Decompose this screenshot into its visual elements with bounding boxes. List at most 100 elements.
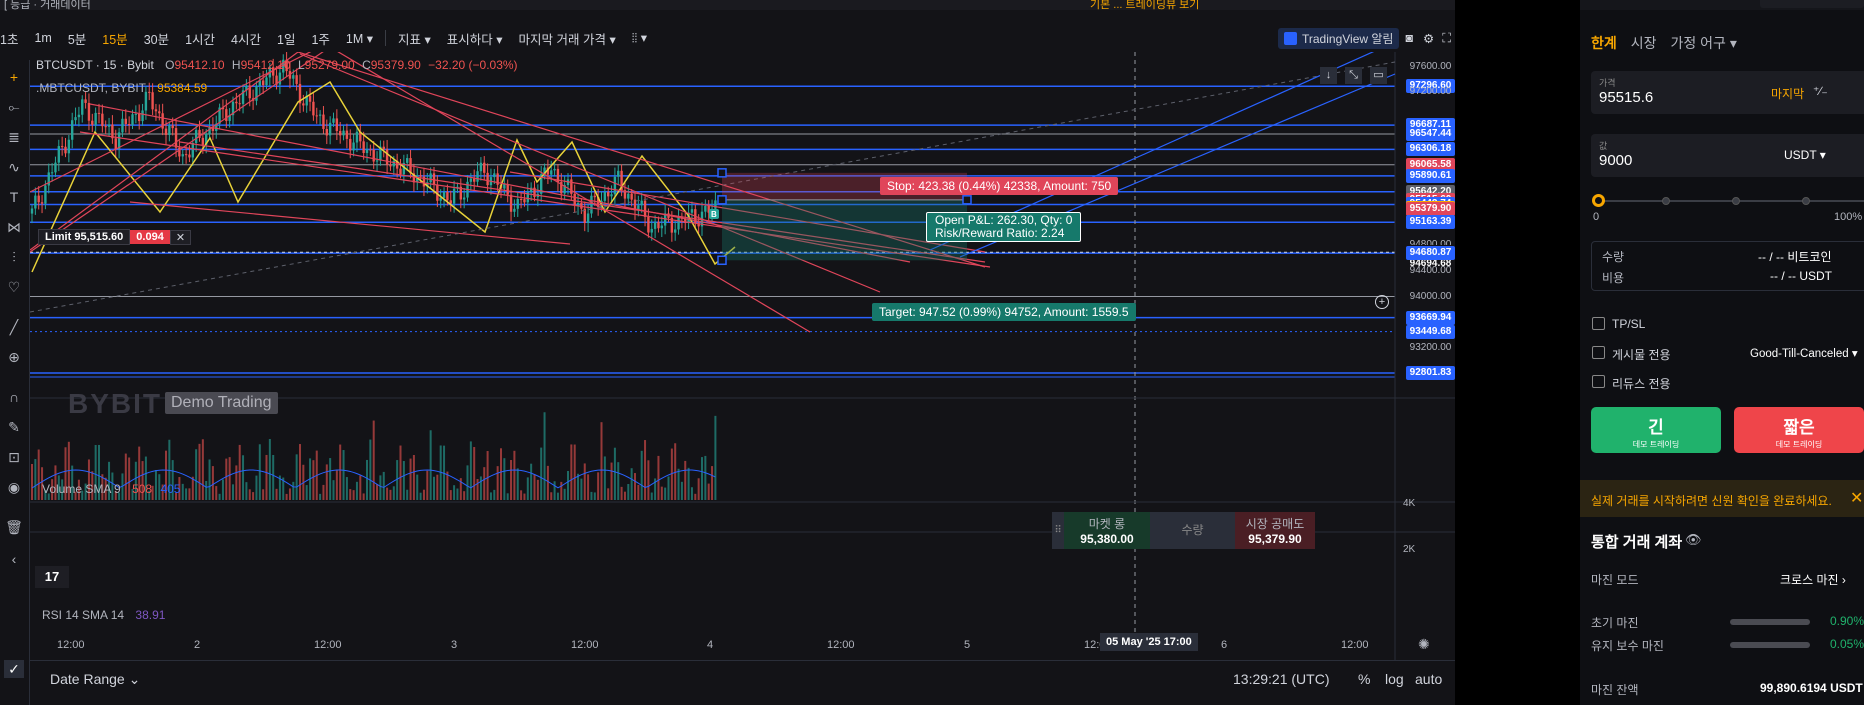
drag-handle-icon[interactable]: ⠿ xyxy=(1052,512,1064,549)
close-icon[interactable]: ✕ xyxy=(169,229,192,245)
post-only-checkbox[interactable] xyxy=(1592,346,1605,359)
target-label[interactable]: Target: 947.52 (0.99%) 94752, Amount: 15… xyxy=(872,303,1136,321)
maximize-pane-icon[interactable]: ▭ xyxy=(1370,67,1387,84)
limit-order-line[interactable]: Limit 95,515.60 0.094 ✕ xyxy=(38,229,192,245)
tradingview-alert-button[interactable]: TradingView 알림 xyxy=(1278,27,1400,49)
crosshair-icon[interactable]: + xyxy=(4,68,24,86)
fib-icon[interactable]: ≣ xyxy=(4,128,24,146)
tpsl-checkbox[interactable] xyxy=(1592,317,1605,330)
short-button[interactable]: 짧은 데모 트레이딩 xyxy=(1734,407,1864,453)
volume-bar xyxy=(466,465,469,500)
tf-1h[interactable]: 1시간 xyxy=(177,29,223,48)
initial-margin-value: 0.90% xyxy=(1830,614,1864,628)
market-long-button[interactable]: 마켓 롱 95,380.00 xyxy=(1064,512,1150,549)
percent-toggle[interactable]: % xyxy=(1358,671,1370,687)
zoom-icon[interactable]: ⊕ xyxy=(4,348,24,366)
volume-bar xyxy=(402,461,405,500)
tf-1w[interactable]: 1주 xyxy=(303,29,337,48)
candle-body xyxy=(349,138,352,151)
time-in-force-select[interactable]: Good-Till-Canceled ▾ xyxy=(1750,346,1858,360)
slider-tick[interactable] xyxy=(1802,197,1810,205)
eye-icon[interactable]: ◉ xyxy=(4,478,24,496)
tf-5m[interactable]: 5분 xyxy=(60,29,94,48)
utc-clock[interactable]: 13:29:21 (UTC) xyxy=(1233,671,1329,687)
market-short-button[interactable]: 시장 공매도 95,379.90 xyxy=(1235,512,1315,549)
verification-warning[interactable]: 실제 거래를 시작하려면 신원 확인을 완료하세요. ✕ xyxy=(1580,480,1864,517)
volume-bar xyxy=(275,488,278,500)
camera-icon[interactable]: ◙ xyxy=(1399,31,1419,45)
slider-knob[interactable] xyxy=(1592,194,1605,207)
ruler-icon[interactable]: ╱ xyxy=(4,318,24,336)
volume-value-1: 508 xyxy=(132,482,153,496)
verification-warning-text: 실제 거래를 시작하려면 신원 확인을 완료하세요. xyxy=(1591,494,1832,508)
eye-icon[interactable]: 👁 xyxy=(1685,532,1702,548)
qty-slider[interactable] xyxy=(1592,194,1864,207)
limit-order-label[interactable]: Limit 95,515.60 xyxy=(38,229,131,245)
checkmark-icon[interactable]: ✓ xyxy=(4,660,24,678)
tf-1mo[interactable]: 1M ▾ xyxy=(338,31,381,46)
tf-30m[interactable]: 30분 xyxy=(136,29,177,48)
horizontal-line-icon[interactable]: ⟜ xyxy=(4,98,24,116)
tf-1d[interactable]: 1일 xyxy=(269,29,303,48)
trend-icon[interactable]: ∿ xyxy=(4,158,24,176)
tf-1m[interactable]: 1m xyxy=(26,31,59,45)
qty-field[interactable]: 값 9000 USDT ▾ xyxy=(1591,134,1864,177)
log-toggle[interactable]: log xyxy=(1385,671,1404,687)
stop-label[interactable]: Stop: 423.38 (0.44%) 42338, Amount: 750 xyxy=(880,177,1119,195)
collapse-icon[interactable]: ‹ xyxy=(4,550,24,568)
lock-icon[interactable]: ⊡ xyxy=(4,448,24,466)
tf-1s[interactable]: 1초 xyxy=(0,29,26,48)
tab-limit[interactable]: 한계 xyxy=(1591,33,1617,53)
volume-bar xyxy=(359,475,362,500)
forecast-icon[interactable]: ⫶ xyxy=(4,248,24,266)
slider-tick[interactable] xyxy=(1732,197,1740,205)
tab-market[interactable]: 시장 xyxy=(1631,33,1657,53)
tab-conditional[interactable]: 가정 어구 ▾ xyxy=(1671,33,1737,53)
collapse-pane-icon[interactable]: ⤡ xyxy=(1345,67,1362,84)
tf-15m[interactable]: 15분 xyxy=(94,29,135,48)
slider-tick[interactable] xyxy=(1662,197,1670,205)
candle-body xyxy=(188,154,191,158)
pnl-label[interactable]: Open P&L: 262.30, Qty: 0 Risk/Reward Rat… xyxy=(926,212,1082,242)
margin-mode-value[interactable]: 크로스 마진 › xyxy=(1780,571,1846,588)
fullscreen-icon[interactable]: ⛶ xyxy=(1438,31,1455,46)
pattern-icon[interactable]: ⋈ xyxy=(4,218,24,236)
text-icon[interactable]: T xyxy=(4,188,24,206)
price-field[interactable]: 가격 95515.6 마지막 ⁺∕₋ xyxy=(1591,71,1864,114)
auto-toggle[interactable]: auto xyxy=(1415,671,1442,687)
tf-4h[interactable]: 4시간 xyxy=(223,29,269,48)
indicators-button[interactable]: 지표 ▾ xyxy=(390,29,439,48)
quick-qty-input[interactable]: 수량 xyxy=(1150,512,1235,549)
top-strip-right[interactable]: 기본 ... 트레이딩뷰 보기 xyxy=(1090,0,1199,12)
volume-bar xyxy=(319,493,322,500)
trash-icon[interactable]: 🗑 xyxy=(4,518,24,536)
candle-body xyxy=(473,178,476,182)
volume-bar xyxy=(285,493,288,500)
limit-order-qty[interactable]: 0.094 xyxy=(130,230,170,244)
candle-body xyxy=(158,111,161,114)
pnl-line-2: Risk/Reward Ratio: 2.24 xyxy=(935,226,1065,240)
heart-icon[interactable]: ♡ xyxy=(4,278,24,296)
last-price-button[interactable]: 마지막 거래 가격 ▾ xyxy=(511,29,624,48)
close-icon[interactable]: ✕ xyxy=(1850,488,1863,508)
long-button[interactable]: 긴 데모 트레이딩 xyxy=(1591,407,1721,453)
price-axis[interactable]: 97600.00 97296.60 97200.00 96687.11 96547.44… xyxy=(1395,52,1455,472)
price-chart-canvas[interactable]: B xyxy=(30,52,1455,660)
lock-drawing-icon[interactable]: ✎ xyxy=(4,418,24,436)
qty-unit-select[interactable]: USDT ▾ xyxy=(1784,148,1826,162)
plus-minus-icon[interactable]: ⁺∕₋ xyxy=(1813,84,1828,98)
settings-icon[interactable]: ⚙ xyxy=(1419,31,1438,46)
reduce-only-checkbox[interactable] xyxy=(1592,375,1605,388)
date-range-button[interactable]: Date Range ⌄ xyxy=(50,671,140,688)
add-alert-icon[interactable]: + xyxy=(1375,295,1389,309)
order-panel-top-button[interactable] xyxy=(1760,0,1864,8)
axis-settings-icon[interactable]: ✺ xyxy=(1418,636,1430,653)
price-input[interactable]: 95515.6 xyxy=(1599,89,1653,106)
chart-type-button[interactable]: ⦙⦙ ▾ xyxy=(624,30,655,46)
magnet-icon[interactable]: ∩ xyxy=(4,388,24,406)
scroll-down-icon[interactable]: ↓ xyxy=(1320,67,1337,84)
last-price-button[interactable]: 마지막 xyxy=(1771,85,1804,102)
display-button[interactable]: 표시하다 ▾ xyxy=(439,29,511,48)
qty-input[interactable]: 9000 xyxy=(1599,152,1632,169)
volume-bar xyxy=(684,460,687,500)
